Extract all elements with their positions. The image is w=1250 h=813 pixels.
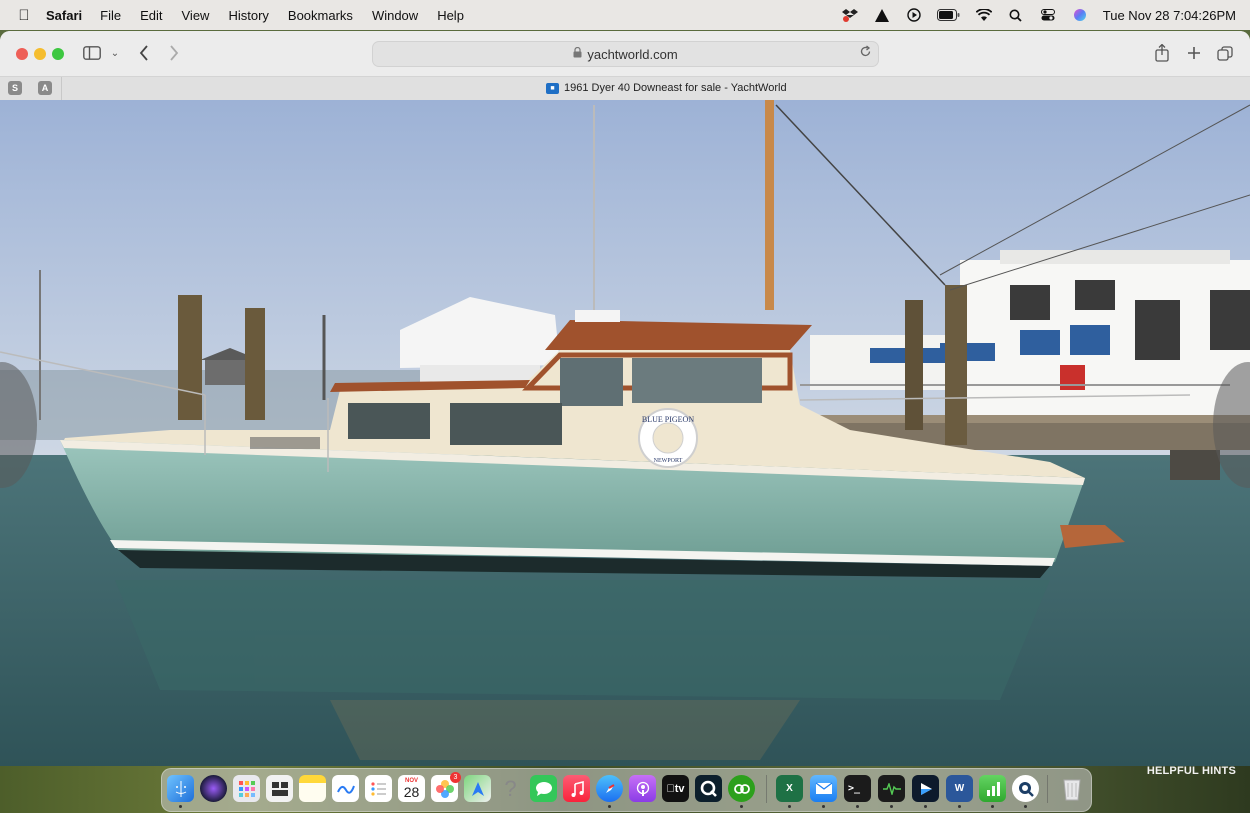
apple-tv-text: tv (670, 782, 685, 795)
maps-icon[interactable] (464, 775, 491, 802)
life-ring: BLUE PIGEON NEWPORT (638, 408, 698, 468)
dock-divider (766, 775, 767, 803)
back-chevron-icon[interactable] (136, 42, 152, 64)
macos-dock: NOV 28 3 ? tv X >_ (161, 768, 1092, 812)
terminal-icon[interactable]: >_ (844, 775, 871, 802)
safari-toolbar: ⌄ yachtworld.com (0, 31, 1250, 76)
play-circle-icon[interactable] (905, 8, 923, 22)
trash-icon[interactable] (1058, 775, 1085, 802)
menubar-clock[interactable]: Tue Nov 28 7:04:26PM (1103, 8, 1236, 23)
pinned-tab-a[interactable]: A (38, 81, 52, 95)
life-ring-port: NEWPORT (654, 458, 683, 464)
notes-icon[interactable] (299, 775, 326, 802)
address-bar[interactable]: yachtworld.com (372, 41, 879, 67)
terminal-running-dot (856, 805, 859, 808)
tab-active[interactable]: ■ 1961 Dyer 40 Downeast for sale - Yacht… (546, 82, 787, 94)
mission-control-icon[interactable] (266, 775, 293, 802)
menu-help[interactable]: Help (437, 8, 464, 23)
numbers-icon[interactable] (979, 775, 1006, 802)
address-bar-url: yachtworld.com (587, 46, 678, 62)
calendar-day: 28 (403, 783, 420, 800)
excel-running-dot (788, 805, 791, 808)
siri-app-icon[interactable] (200, 775, 227, 802)
pinned-tabs-divider (61, 77, 62, 101)
yachtworld-favicon-icon: ■ (546, 82, 559, 94)
mail-icon[interactable] (810, 775, 837, 802)
numbers-running-dot (991, 805, 994, 808)
sidebar-toggle-icon[interactable] (82, 42, 102, 64)
minimize-window-button[interactable] (34, 48, 46, 60)
reload-icon[interactable] (859, 45, 872, 61)
control-center-icon[interactable] (1039, 8, 1057, 22)
tab-active-title: 1961 Dyer 40 Downeast for sale - YachtWo… (564, 82, 787, 94)
messages-icon[interactable] (530, 775, 557, 802)
launchpad-icon[interactable] (233, 775, 260, 802)
tab-bar: S A ■ 1961 Dyer 40 Downeast for sale - Y… (0, 76, 1250, 102)
activity-monitor-running-dot (890, 805, 893, 808)
desktop-helpful-hints-label[interactable]: HELPFUL HINTS (1147, 765, 1236, 777)
life-ring-name: BLUE PIGEON (642, 415, 694, 424)
safari-window: ⌄ yachtworld.com S A ■ 1961 Dyer 40 Down… (0, 31, 1250, 766)
new-tab-plus-icon[interactable] (1185, 42, 1203, 64)
freeform-icon[interactable] (332, 775, 359, 802)
apple-tv-icon[interactable]: tv (662, 775, 689, 802)
excel-icon[interactable]: X (776, 775, 803, 802)
lock-icon (573, 46, 582, 61)
forward-chevron-icon[interactable] (166, 42, 182, 64)
vpn-triangle-icon[interactable] (873, 8, 891, 22)
help-question-icon[interactable]: ? (497, 775, 524, 802)
menu-view[interactable]: View (182, 8, 210, 23)
music-icon[interactable] (563, 775, 590, 802)
zoom-window-button[interactable] (52, 48, 64, 60)
reminders-icon[interactable] (365, 775, 392, 802)
excel-label: X (786, 783, 793, 794)
quicktime-icon[interactable] (1012, 775, 1039, 802)
finder-icon[interactable] (167, 775, 194, 802)
word-running-dot (958, 805, 961, 808)
pinned-tab-s[interactable]: S (8, 81, 22, 95)
calendar-icon[interactable]: NOV 28 (398, 775, 425, 802)
mail-running-dot (822, 805, 825, 808)
menu-window[interactable]: Window (372, 8, 418, 23)
quicktime-running-dot (1024, 805, 1027, 808)
photos-badge: 3 (450, 772, 461, 783)
battery-icon[interactable] (937, 8, 961, 22)
finder-running-dot (179, 805, 182, 808)
sidebar-menu-chevron-down-icon[interactable]: ⌄ (109, 42, 121, 64)
menu-bookmarks[interactable]: Bookmarks (288, 8, 353, 23)
menu-file[interactable]: File (100, 8, 121, 23)
podcasts-icon[interactable] (629, 775, 656, 802)
screens-running-dot (924, 805, 927, 808)
apple-menu-icon[interactable]:  (16, 7, 32, 24)
quickbooks-icon[interactable] (728, 775, 755, 802)
activity-monitor-icon[interactable] (878, 775, 905, 802)
menu-bar:  Safari File Edit View History Bookmark… (0, 0, 1250, 30)
close-window-button[interactable] (16, 48, 28, 60)
word-icon[interactable]: W (946, 775, 973, 802)
tab-overview-icon[interactable] (1216, 42, 1234, 64)
listing-photo-gallery[interactable]: BLUE PIGEON NEWPORT ‹ (0, 100, 1250, 766)
share-icon[interactable] (1153, 42, 1171, 64)
dock-divider-trash (1047, 775, 1048, 803)
menu-history[interactable]: History (228, 8, 268, 23)
quicken-icon[interactable] (695, 775, 722, 802)
status-area: Tue Nov 28 7:04:26PM (841, 0, 1236, 30)
boat-photo: BLUE PIGEON NEWPORT (0, 100, 1250, 766)
safari-running-dot (608, 805, 611, 808)
siri-icon[interactable] (1071, 8, 1089, 22)
wifi-icon[interactable] (975, 8, 993, 22)
safari-icon[interactable] (596, 775, 623, 802)
screens-app-icon[interactable] (912, 775, 939, 802)
apple-tv-label:  (666, 783, 674, 795)
dropbox-icon[interactable] (841, 8, 859, 22)
spotlight-search-icon[interactable] (1007, 8, 1025, 22)
menu-edit[interactable]: Edit (140, 8, 162, 23)
word-label: W (954, 783, 965, 794)
menu-app-name[interactable]: Safari (46, 8, 82, 23)
quickbooks-running-dot (740, 805, 743, 808)
